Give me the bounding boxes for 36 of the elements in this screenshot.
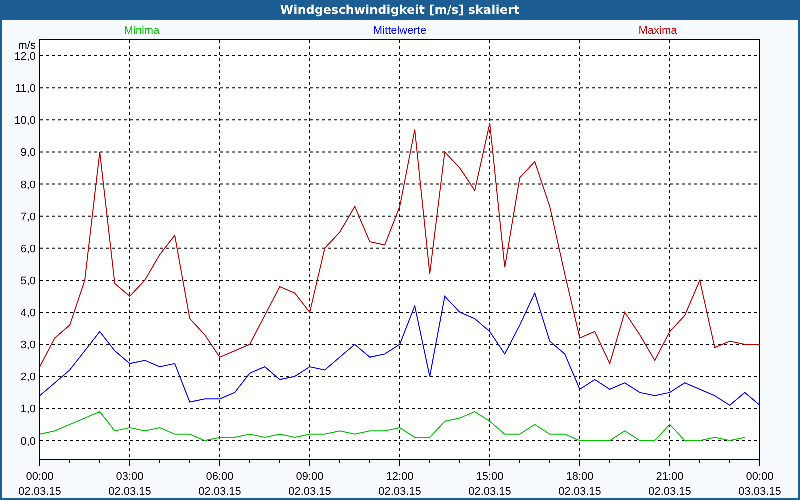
legend-label: Maxima [638,25,678,37]
x-tick-label: 00:00 [746,471,774,483]
y-tick-label: 1,0 [20,404,36,416]
x-tick-label: 21:00 [656,471,684,483]
date-label: 02.03.15 [288,486,332,498]
y-tick-label: 0,0 [20,436,36,448]
x-tick-label: 12:00 [386,471,414,483]
y-tick-label: 4,0 [20,308,36,320]
date-label: 02.03.15 [18,486,62,498]
unit-label: m/s [18,40,36,52]
date-label: 03.03.15 [738,486,782,498]
y-tick-label: 6,0 [20,243,36,256]
x-tick-label: 03:00 [116,471,144,483]
y-tick-label: 12,0 [14,51,36,64]
legend-label: Mittelwerte [373,25,427,37]
date-label: 02.03.15 [648,486,692,498]
legend-label: Minima [124,25,160,37]
date-label: 02.03.15 [378,486,422,498]
y-tick-label: 11,0 [15,83,36,96]
date-label: 02.03.15 [558,486,602,498]
x-tick-label: 09:00 [296,471,324,483]
x-tick-label: 06:00 [206,471,234,483]
y-tick-label: 9,0 [20,147,36,160]
y-tick-label: 3,0 [20,340,36,352]
x-tick-label: 15:00 [476,471,504,483]
window-title: Windgeschwindigkeit [m/s] skaliert [280,3,520,17]
x-tick-label: 18:00 [566,471,594,483]
date-label: 02.03.15 [108,486,152,498]
y-tick-label: 10,0 [14,115,36,128]
x-tick-label: 00:00 [26,471,54,483]
y-tick-label: 5,0 [20,275,36,288]
date-label: 02.03.15 [468,486,512,498]
date-label: 02.03.15 [198,486,242,498]
y-tick-label: 2,0 [20,372,36,384]
y-tick-label: 7,0 [20,211,36,224]
y-tick-label: 8,0 [20,179,36,192]
